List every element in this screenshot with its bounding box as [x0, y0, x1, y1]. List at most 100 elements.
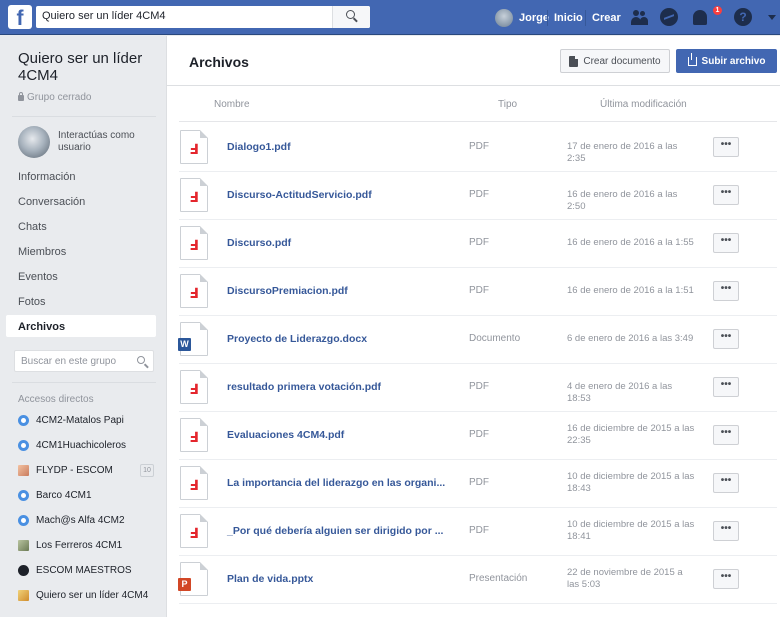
table-row[interactable]: Ⅎ Discurso.pdf PDF 16 de enero de 2016 a la… [167, 220, 780, 268]
more-options-button[interactable]: ••• [713, 185, 739, 205]
file-name-link[interactable]: Evaluaciones 4CM4.pdf [227, 429, 344, 441]
more-options-button[interactable]: ••• [713, 233, 739, 253]
avatar [18, 126, 50, 158]
more-options-button[interactable]: ••• [713, 425, 739, 445]
table-row[interactable]: Ⅎ _Por qué debería alguien ser dirigido p… [167, 508, 780, 556]
table-row[interactable]: P Plan de vida.pptx Presentación 22 de novi… [167, 556, 780, 604]
file-name-link[interactable]: Discurso-ActitudServicio.pdf [227, 189, 372, 201]
divider [167, 85, 780, 86]
notifications-bell-icon[interactable] [693, 10, 707, 25]
pdf-file-icon: Ⅎ [180, 130, 208, 164]
upload-file-label: Subir archivo [701, 55, 766, 67]
avatar [495, 9, 513, 27]
home-link[interactable]: Inicio [554, 12, 583, 24]
sidebar-item-chats[interactable]: Chats [18, 221, 47, 233]
shortcut-item[interactable]: 4CM1Huachicoleros [18, 440, 158, 451]
friend-requests-icon[interactable] [630, 8, 648, 26]
sidebar-item-miembros[interactable]: Miembros [18, 246, 66, 258]
account-menu-caret-icon[interactable] [768, 15, 776, 20]
file-name-link[interactable]: resultado primera votación.pdf [227, 381, 381, 393]
pdf-symbol-icon: Ⅎ [189, 190, 199, 206]
shortcut-item[interactable]: 4CM2-Matalos Papi [18, 415, 158, 426]
more-options-button[interactable]: ••• [713, 281, 739, 301]
file-type: PDF [469, 429, 489, 440]
pdf-file-icon: Ⅎ [180, 226, 208, 260]
file-name-link[interactable]: Dialogo1.pdf [227, 141, 291, 153]
shortcut-item[interactable]: FLYDP - ESCOM 10 [18, 464, 158, 477]
table-row[interactable]: Ⅎ Discurso-ActitudServicio.pdf PDF 16 de en… [167, 172, 780, 220]
column-header-type[interactable]: Tipo [498, 99, 517, 110]
profile-link[interactable]: Jorge [495, 9, 549, 27]
file-name-link[interactable]: Plan de vida.pptx [227, 573, 313, 585]
more-options-button[interactable]: ••• [713, 137, 739, 157]
column-header-name[interactable]: Nombre [214, 99, 250, 110]
column-header-modified[interactable]: Última modificación [600, 99, 687, 110]
sidebar-item-eventos[interactable]: Eventos [18, 271, 58, 283]
file-modified-date: 6 de enero de 2016 a las 3:49 [567, 333, 694, 344]
file-modified-date: 16 de enero de 2016 a las 2:50 [567, 189, 678, 212]
shortcut-label: FLYDP - ESCOM [36, 465, 113, 476]
search-query[interactable]: Quiero ser un líder 4CM4 [42, 10, 166, 22]
file-name-link[interactable]: La importancia del liderazgo en las orga… [227, 477, 445, 489]
pdf-symbol-icon: Ⅎ [189, 142, 199, 158]
group-search-placeholder: Buscar en este grupo [21, 356, 117, 367]
search-button[interactable] [332, 6, 370, 28]
table-row[interactable]: W Proyecto de Liderazgo.docx Documento 6 de… [167, 316, 780, 364]
file-type: PDF [469, 189, 489, 200]
file-name-link[interactable]: DiscursoPremiacion.pdf [227, 285, 348, 297]
file-type: Presentación [469, 573, 528, 584]
pdf-file-icon: Ⅎ [180, 274, 208, 308]
sidebar-item-informacion[interactable]: Información [18, 171, 75, 183]
pdf-symbol-icon: Ⅎ [189, 526, 199, 542]
group-icon [18, 440, 29, 451]
search-icon[interactable] [137, 356, 145, 364]
help-icon[interactable]: ? [734, 8, 752, 26]
file-modified-date: 22 de noviembre de 2015 a las 5:03 [567, 567, 683, 590]
messenger-icon[interactable] [660, 8, 678, 26]
document-icon [569, 55, 579, 67]
shortcut-item[interactable]: Los Ferreros 4CM1 [18, 540, 158, 551]
shortcut-item[interactable]: ESCOM MAESTROS [18, 565, 158, 576]
file-type: PDF [469, 381, 489, 392]
pdf-symbol-icon: Ⅎ [189, 382, 199, 398]
shortcut-label: Quiero ser un líder 4CM4 [36, 590, 149, 601]
shortcut-item[interactable]: Quiero ser un líder 4CM4 [18, 590, 158, 601]
table-row[interactable]: Ⅎ La importancia del liderazgo en las org… [167, 460, 780, 508]
create-link[interactable]: Crear [592, 12, 621, 24]
sidebar-item-fotos[interactable]: Fotos [18, 296, 46, 308]
sidebar-item-conversacion[interactable]: Conversación [18, 196, 85, 208]
group-title[interactable]: Quiero ser un líder 4CM4 [18, 50, 158, 84]
table-row[interactable]: Ⅎ Dialogo1.pdf PDF 17 de enero de 2016 a la… [167, 124, 780, 172]
file-name-link[interactable]: Proyecto de Liderazgo.docx [227, 333, 367, 345]
more-options-button[interactable]: ••• [713, 569, 739, 589]
shortcut-item[interactable]: Barco 4CM1 [18, 490, 158, 501]
facebook-logo-icon[interactable]: f [8, 5, 32, 30]
interacting-as-label: Interactúas como usuario [58, 130, 135, 153]
group-photo-icon [18, 465, 29, 476]
upload-file-button[interactable]: Subir archivo [676, 49, 777, 73]
divider [12, 382, 156, 383]
table-row[interactable]: Ⅎ Evaluaciones 4CM4.pdf PDF 16 de diciembre… [167, 412, 780, 460]
file-name-link[interactable]: Discurso.pdf [227, 237, 291, 249]
more-options-button[interactable]: ••• [713, 329, 739, 349]
file-modified-date: 16 de diciembre de 2015 a las 22:35 [567, 423, 695, 446]
page-title: Archivos [189, 54, 249, 70]
shortcut-label: Los Ferreros 4CM1 [36, 540, 123, 551]
create-document-button[interactable]: Crear documento [560, 49, 670, 73]
search-input[interactable]: Quiero ser un líder 4CM4 [36, 6, 370, 28]
table-row[interactable]: Ⅎ DiscursoPremiacion.pdf PDF 16 de enero de… [167, 268, 780, 316]
sidebar-item-archivos[interactable]: Archivos [18, 321, 65, 333]
group-privacy: Grupo cerrado [18, 91, 92, 103]
shortcut-item[interactable]: Mach@s Alfa 4CM2 [18, 515, 158, 526]
file-name-link[interactable]: _Por qué debería alguien ser dirigido po… [227, 525, 443, 537]
group-search-input[interactable]: Buscar en este grupo [14, 350, 154, 372]
more-options-button[interactable]: ••• [713, 473, 739, 493]
word-badge-icon: W [178, 338, 191, 351]
interacting-as[interactable]: Interactúas como usuario [18, 126, 148, 158]
more-options-button[interactable]: ••• [713, 377, 739, 397]
table-row[interactable]: Ⅎresultado primera votación.pdf PDF 4 de e… [167, 364, 780, 412]
group-type-label: Grupo cerrado [27, 92, 92, 103]
divider [179, 603, 777, 604]
more-options-button[interactable]: ••• [713, 521, 739, 541]
nav-divider [547, 10, 548, 26]
